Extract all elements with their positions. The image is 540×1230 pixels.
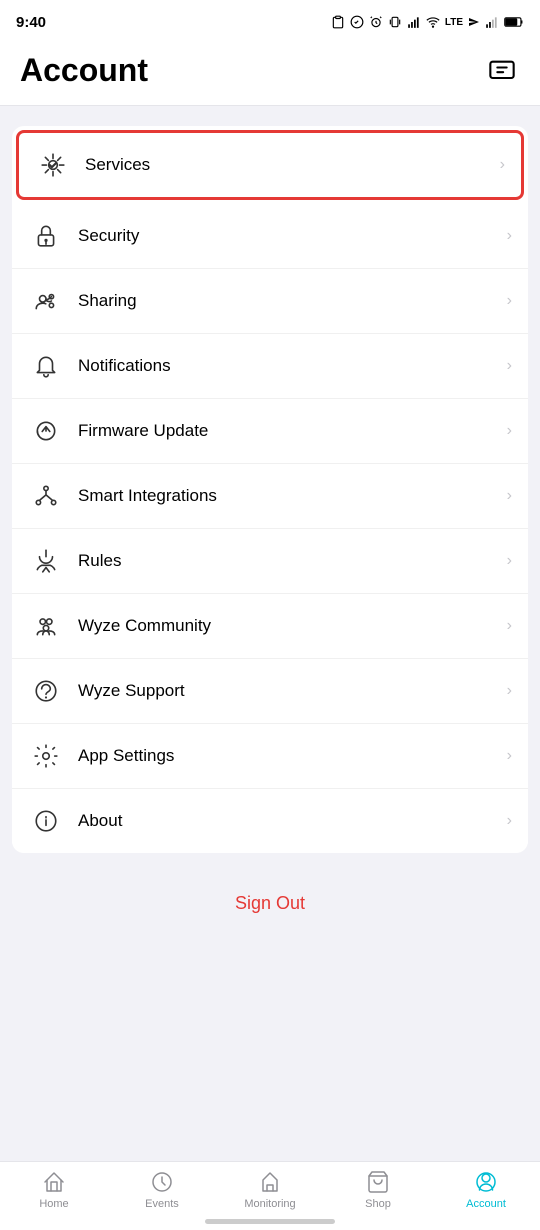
home-indicator [205,1219,335,1224]
signal-bars-icon [485,15,499,29]
app-settings-chevron: › [507,747,512,765]
menu-item-wyze-support[interactable]: Wyze Support › [12,659,528,724]
vibrate-icon [388,15,402,29]
wyze-support-icon [33,678,59,704]
security-icon [33,223,59,249]
monitoring-nav-icon [258,1170,282,1194]
sharing-icon-container [28,283,64,319]
services-label: Services [85,155,500,175]
sharing-chevron: › [507,292,512,310]
events-nav-label: Events [145,1198,179,1210]
firmware-label: Firmware Update [78,421,507,441]
menu-item-app-settings[interactable]: App Settings › [12,724,528,789]
smart-integrations-icon-container [28,478,64,514]
wyze-support-icon-container [28,673,64,709]
smart-integrations-label: Smart Integrations [78,486,507,506]
app-settings-icon [33,743,59,769]
about-icon [33,808,59,834]
nav-item-monitoring[interactable]: Monitoring [240,1170,300,1210]
account-nav-icon [474,1170,498,1194]
menu-item-services[interactable]: Services › [16,130,524,200]
message-button[interactable] [484,53,520,89]
lte-indicator: LTE [445,17,463,28]
shop-nav-icon [366,1170,390,1194]
shop-nav-label: Shop [365,1198,391,1210]
page-header: Account [0,44,540,106]
events-nav-icon [150,1170,174,1194]
status-icons: LTE [331,15,524,29]
services-icon [40,152,66,178]
nav-item-account[interactable]: Account [456,1170,516,1210]
wifi-icon [426,15,440,29]
services-icon-container [35,147,71,183]
wyze-community-icon [33,613,59,639]
message-icon [488,57,516,85]
menu-item-smart-integrations[interactable]: Smart Integrations › [12,464,528,529]
nav-item-shop[interactable]: Shop [348,1170,408,1210]
monitoring-nav-label: Monitoring [244,1198,295,1210]
app-settings-icon-container [28,738,64,774]
about-icon-container [28,803,64,839]
firmware-icon-container [28,413,64,449]
notifications-label: Notifications [78,356,507,376]
security-label: Security [78,226,507,246]
notifications-icon-container [28,348,64,384]
clipboard-icon [331,15,345,29]
wyze-community-icon-container [28,608,64,644]
firmware-icon [33,418,59,444]
notifications-icon [33,353,59,379]
home-nav-label: Home [39,1198,68,1210]
rules-icon-container [28,543,64,579]
home-nav-icon [42,1170,66,1194]
wyze-support-chevron: › [507,682,512,700]
alarm-icon [369,15,383,29]
firmware-chevron: › [507,422,512,440]
menu-item-wyze-community[interactable]: Wyze Community › [12,594,528,659]
menu-item-rules[interactable]: Rules › [12,529,528,594]
wyze-community-label: Wyze Community [78,616,507,636]
menu-item-security[interactable]: Security › [12,204,528,269]
security-chevron: › [507,227,512,245]
nav-item-home[interactable]: Home [24,1170,84,1210]
nav-item-events[interactable]: Events [132,1170,192,1210]
security-icon-container [28,218,64,254]
app-settings-label: App Settings [78,746,507,766]
sharing-icon [33,288,59,314]
services-chevron: › [500,156,505,174]
signal-icon [407,15,421,29]
rules-label: Rules [78,551,507,571]
notifications-chevron: › [507,357,512,375]
status-bar: 9:40 LTE [0,0,540,44]
about-chevron: › [507,812,512,830]
battery-icon [504,16,524,28]
shazam-icon [350,15,364,29]
sign-out-container: Sign Out [0,873,540,934]
sharing-label: Sharing [78,291,507,311]
main-content: Services › Security › [0,126,540,1034]
menu-item-notifications[interactable]: Notifications › [12,334,528,399]
signal-arrow-icon [468,15,480,29]
about-label: About [78,811,507,831]
page-title: Account [20,52,148,89]
smart-integrations-chevron: › [507,487,512,505]
rules-icon [33,548,59,574]
wyze-community-chevron: › [507,617,512,635]
menu-item-about[interactable]: About › [12,789,528,853]
smart-integrations-icon [33,483,59,509]
menu-item-sharing[interactable]: Sharing › [12,269,528,334]
menu-list: Services › Security › [12,126,528,853]
rules-chevron: › [507,552,512,570]
sign-out-button[interactable]: Sign Out [235,893,305,914]
wyze-support-label: Wyze Support [78,681,507,701]
status-time: 9:40 [16,14,46,31]
account-nav-label: Account [466,1198,506,1210]
menu-item-firmware[interactable]: Firmware Update › [12,399,528,464]
